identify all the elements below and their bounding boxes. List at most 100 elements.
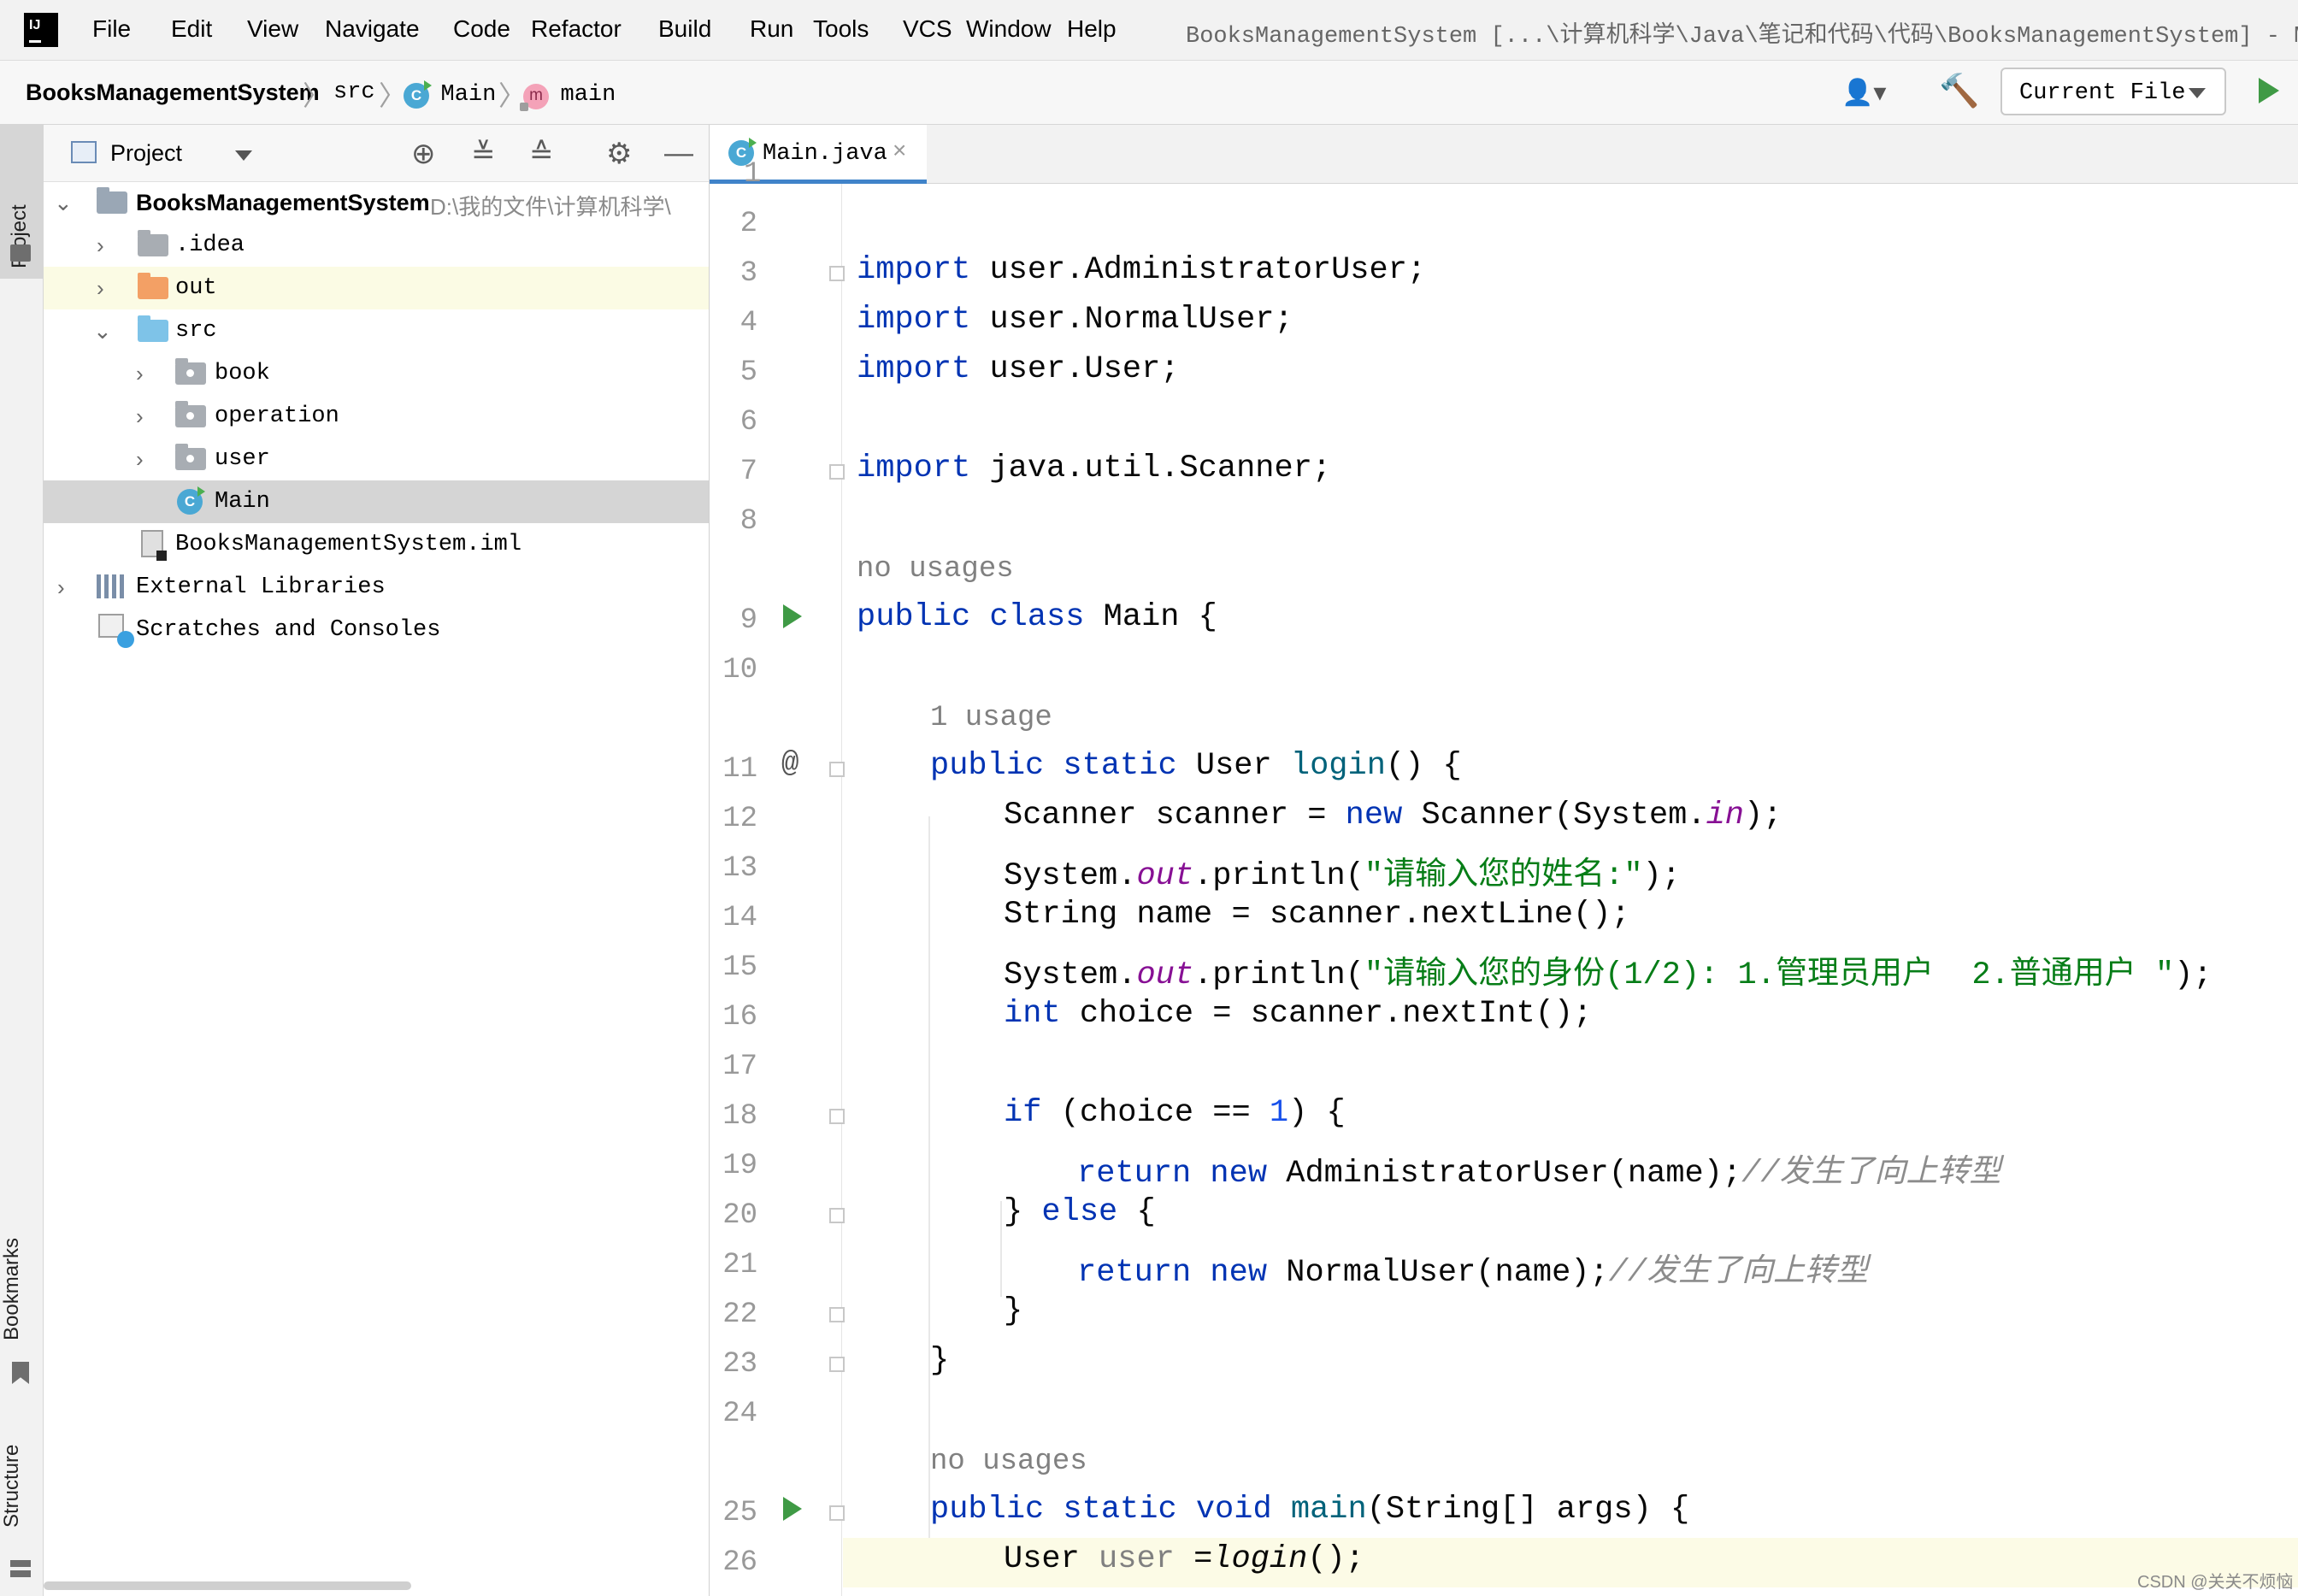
module-folder-icon bbox=[97, 187, 127, 214]
chevron-right-icon[interactable]: › bbox=[97, 275, 104, 302]
code-line-20: } else { bbox=[1004, 1194, 1156, 1230]
code-line-25: public static void main(String[] args) { bbox=[930, 1492, 1690, 1528]
tree-item-label: .idea bbox=[175, 233, 245, 258]
project-panel-title[interactable]: Project bbox=[110, 140, 182, 167]
run-gutter-icon[interactable] bbox=[783, 1497, 802, 1521]
tool-tab-structure-label: Structure bbox=[0, 1444, 23, 1528]
tree-item-src[interactable]: ⌄ src bbox=[44, 309, 709, 352]
code-line-11: public static User login() { bbox=[930, 748, 1462, 784]
line-number: 11 bbox=[722, 753, 757, 786]
line-number: 12 bbox=[722, 803, 757, 835]
chevron-down-icon[interactable] bbox=[235, 150, 252, 161]
run-configuration-select[interactable]: Current File bbox=[2000, 68, 2226, 115]
watermark: CSDN @关关不烦恼 bbox=[2137, 1573, 2294, 1592]
code-line-5: import user.User; bbox=[857, 351, 1180, 387]
chevron-right-icon[interactable]: › bbox=[136, 361, 144, 387]
menu-navigate[interactable]: Navigate bbox=[325, 15, 420, 43]
breadcrumb-class-label: Main bbox=[440, 82, 497, 108]
run-button[interactable] bbox=[2259, 78, 2279, 103]
package-icon bbox=[175, 358, 206, 385]
menu-code[interactable]: Code bbox=[453, 15, 510, 43]
user-account-icon[interactable]: 👤▾ bbox=[1841, 78, 1886, 108]
menu-help[interactable]: Help bbox=[1067, 15, 1117, 43]
menu-view[interactable]: View bbox=[247, 15, 298, 43]
project-view-icon bbox=[71, 141, 97, 163]
breadcrumb-class[interactable]: C Main bbox=[404, 80, 496, 109]
code-line-12: Scanner scanner = new Scanner(System.in)… bbox=[1004, 798, 1782, 833]
code-editor[interactable]: import user.AdministratorUser; import us… bbox=[843, 184, 2298, 1596]
module-file-icon bbox=[141, 530, 167, 561]
tree-item-label: External Libraries bbox=[136, 574, 386, 600]
menu-window[interactable]: Window bbox=[966, 15, 1052, 43]
gear-icon[interactable]: ⚙ bbox=[606, 137, 632, 171]
folder-icon bbox=[138, 230, 168, 256]
tool-tab-structure[interactable]: Structure bbox=[0, 1417, 43, 1554]
tree-item-scratches[interactable]: Scratches and Consoles bbox=[44, 609, 709, 651]
code-line-4: import user.NormalUser; bbox=[857, 302, 1293, 338]
tab-main-java[interactable]: C Main.java × bbox=[710, 125, 927, 184]
usage-hint[interactable]: no usages bbox=[857, 553, 1014, 586]
code-line-23: } bbox=[930, 1343, 950, 1379]
tool-tab-bookmarks[interactable]: Bookmarks bbox=[0, 1221, 43, 1357]
line-number: 23 bbox=[722, 1348, 757, 1381]
line-number: 24 bbox=[722, 1398, 757, 1430]
editor-gutter: 1 2 3 4 5 6 7 8 9 10 11 12 13 14 15 16 1… bbox=[710, 158, 845, 1596]
tree-item-operation[interactable]: › operation bbox=[44, 395, 709, 438]
code-line-3: import user.AdministratorUser; bbox=[857, 252, 1427, 288]
project-panel: Project ⊕ ≚ ≙ ⚙ — ⌄ BooksManagementSyste… bbox=[44, 125, 710, 1596]
tree-item-iml[interactable]: BooksManagementSystem.iml bbox=[44, 523, 709, 566]
chevron-right-icon[interactable]: › bbox=[97, 233, 104, 259]
line-number: 18 bbox=[722, 1100, 757, 1133]
line-number: 4 bbox=[739, 307, 757, 339]
breadcrumb-method[interactable]: m main bbox=[520, 80, 616, 111]
line-number: 20 bbox=[722, 1199, 757, 1232]
line-number: 2 bbox=[739, 208, 757, 240]
locate-file-icon[interactable]: ⊕ bbox=[411, 137, 436, 171]
tree-item-label: BooksManagementSystem bbox=[136, 190, 430, 215]
menu-file[interactable]: File bbox=[92, 15, 131, 43]
chevron-down-icon[interactable]: ⌄ bbox=[54, 190, 73, 216]
code-line-9: public class Main { bbox=[857, 599, 1217, 635]
tree-item-root[interactable]: ⌄ BooksManagementSystem D:\我的文件\计算机科学\ bbox=[44, 181, 709, 224]
close-icon[interactable]: × bbox=[893, 137, 906, 164]
usage-hint[interactable]: no usages bbox=[930, 1446, 1087, 1478]
line-number: 13 bbox=[722, 852, 757, 885]
class-icon: C bbox=[177, 486, 205, 515]
menu-edit[interactable]: Edit bbox=[171, 15, 212, 43]
tree-item-label: out bbox=[175, 275, 217, 301]
collapse-all-icon[interactable]: ≙ bbox=[529, 137, 554, 171]
tree-item-book[interactable]: › book bbox=[44, 352, 709, 395]
line-number: 8 bbox=[739, 505, 757, 538]
menu-run[interactable]: Run bbox=[750, 15, 793, 43]
build-hammer-icon[interactable]: 🔨 bbox=[1939, 73, 1979, 110]
tree-item-main[interactable]: C Main bbox=[44, 480, 709, 523]
chevron-down-icon[interactable]: ⌄ bbox=[93, 318, 112, 345]
structure-icon bbox=[10, 1557, 31, 1577]
chevron-right-icon[interactable]: › bbox=[57, 574, 65, 601]
tree-item-idea[interactable]: › .idea bbox=[44, 224, 709, 267]
tree-item-label: user bbox=[215, 446, 270, 472]
line-number: 17 bbox=[722, 1051, 757, 1083]
run-gutter-icon[interactable] bbox=[783, 604, 802, 628]
usage-hint[interactable]: 1 usage bbox=[930, 702, 1052, 734]
menu-vcs[interactable]: VCS bbox=[903, 15, 952, 43]
editor-tab-bar: C Main.java × bbox=[710, 125, 2298, 184]
menu-bar: IJ File Edit View Navigate Code Refactor… bbox=[0, 0, 2298, 61]
menu-tools[interactable]: Tools bbox=[813, 15, 869, 43]
breadcrumb-src[interactable]: src bbox=[333, 80, 375, 105]
chevron-right-icon[interactable]: › bbox=[136, 403, 144, 430]
line-number: 16 bbox=[722, 1001, 757, 1034]
breadcrumb-project[interactable]: BooksManagementSystem bbox=[26, 80, 320, 106]
tree-item-user[interactable]: › user bbox=[44, 438, 709, 480]
chevron-right-icon[interactable]: › bbox=[136, 446, 144, 473]
tree-item-external-libraries[interactable]: › External Libraries bbox=[44, 566, 709, 609]
tree-item-out[interactable]: › out bbox=[44, 267, 709, 309]
menu-refactor[interactable]: Refactor bbox=[531, 15, 622, 43]
hide-panel-icon[interactable]: — bbox=[664, 137, 693, 170]
menu-build[interactable]: Build bbox=[658, 15, 711, 43]
code-line-15: System.out.println("请输入您的身份(1/2): 1.管理员用… bbox=[1004, 957, 2213, 993]
expand-all-icon[interactable]: ≚ bbox=[471, 137, 496, 171]
chevron-down-icon bbox=[2189, 88, 2206, 98]
override-marker-icon[interactable]: @ bbox=[781, 748, 798, 780]
horizontal-scrollbar[interactable] bbox=[44, 1581, 411, 1590]
